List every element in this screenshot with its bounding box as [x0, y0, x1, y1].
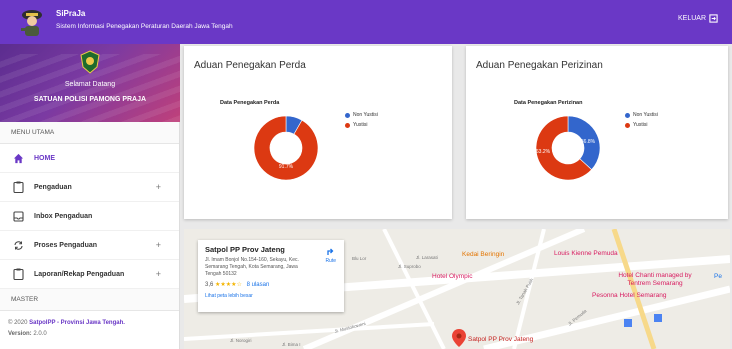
copyright: © 2020 SatpolPP - Provinsi Jawa Tengah. [8, 318, 125, 329]
nav-item-label: Inbox Pengaduan [34, 212, 93, 220]
place-address: Jl. Imam Bonjol No.154-160, Sekayu, Kec.… [205, 257, 299, 277]
poi-label[interactable]: Louis Kienne Pemuda [554, 250, 618, 257]
legend-item: Non Yustisi [625, 112, 658, 118]
poi-label[interactable]: Pe [714, 273, 722, 280]
expand-icon[interactable]: + [156, 269, 161, 279]
sync-icon [12, 239, 24, 251]
nav-item-label: HOME [34, 154, 55, 162]
legend-item: Yustisi [345, 122, 367, 128]
expand-icon[interactable]: + [156, 182, 161, 192]
sidebar: Selamat Datang SATUAN POLISI PAMONG PRAJ… [0, 44, 180, 349]
directions-icon [327, 248, 334, 255]
legend-label: Non Yustisi [633, 112, 658, 118]
version-value: 2.0.0 [33, 331, 47, 337]
section-master[interactable]: MASTER [0, 289, 179, 311]
home-icon [12, 152, 24, 164]
reviews-link[interactable]: 8 ulasan [247, 282, 270, 288]
clipboard-icon [12, 268, 24, 280]
chart-title: Data Penegakan Perizinan [514, 100, 583, 106]
nav-item-label: Laporan/Rekap Pengaduan [34, 270, 125, 278]
poi-label[interactable]: Kedai Beringin [462, 251, 504, 258]
expand-icon[interactable]: + [156, 240, 161, 250]
card-perda: Aduan Penegakan Perda Data Penegakan Per… [184, 46, 452, 219]
sidebar-banner: Selamat Datang SATUAN POLISI PAMONG PRAJ… [0, 44, 180, 122]
pie-slice-yustisi[interactable] [253, 115, 319, 181]
legend-item: Non Yustisi [345, 112, 378, 118]
poi-label[interactable]: Pesonna Hotel Semarang [592, 292, 666, 299]
legend-swatch [345, 122, 350, 128]
version: Version: 2.0.0 [8, 329, 125, 340]
section-main-menu: MENU UTAMA [0, 122, 179, 144]
clipboard-icon [12, 181, 24, 193]
nav-item-pengaduan[interactable]: Pengaduan + [0, 173, 179, 202]
inbox-icon [12, 210, 24, 222]
legend-label: Yustisi [633, 122, 648, 128]
version-label: Version: [8, 331, 32, 337]
nav-item-label: Proses Pengaduan [34, 241, 98, 249]
card-title: Aduan Penegakan Perizinan [476, 60, 603, 71]
nav-item-home[interactable]: HOME [0, 144, 179, 173]
legend-item: Yustisi [625, 122, 647, 128]
poi-label[interactable]: Hotel Chanti managed by Tentrem Semarang [610, 272, 700, 288]
card-title: Aduan Penegakan Perda [194, 60, 306, 71]
legend-label: Non Yustisi [353, 112, 378, 118]
directions-label: Rute [325, 258, 336, 264]
place-rating: 3,6 ★★★★☆ 8 ulasan [205, 281, 337, 288]
slice-label: 36.8% [581, 139, 596, 145]
legend-swatch [625, 122, 630, 128]
card-perizinan: Aduan Penegakan Perizinan Data Penegakan… [466, 46, 728, 219]
legend-swatch [345, 112, 350, 118]
nav-item-inbox-pengaduan[interactable]: Inbox Pengaduan [0, 202, 179, 231]
nav-item-label: Pengaduan [34, 183, 72, 191]
nav-item-proses-pengaduan[interactable]: Proses Pengaduan + [0, 231, 179, 260]
slice-label: 63.2% [536, 149, 551, 155]
directions-button[interactable]: Rute [325, 246, 336, 264]
chart-title: Data Penegakan Perda [220, 100, 280, 106]
logout-icon [709, 14, 718, 23]
legend-swatch [625, 112, 630, 118]
map-pin-icon[interactable] [452, 329, 466, 347]
nav-item-laporan-rekap[interactable]: Laporan/Rekap Pengaduan + [0, 260, 179, 289]
place-name: Satpol PP Prov Jateng [205, 245, 285, 254]
rating-value: 3,6 [205, 282, 214, 288]
road-label: Jl. Bima I [282, 342, 301, 347]
map-embed[interactable]: Satpol PP Prov Jateng Jl. Imam Bonjol No… [184, 229, 730, 349]
slice-label: 91.7% [279, 164, 294, 170]
poi-label[interactable]: Hotel Olympic [432, 273, 472, 280]
sidebar-footer: © 2020 SatpolPP - Provinsi Jawa Tengah. … [8, 318, 125, 340]
copyright-prefix: © 2020 [8, 320, 30, 326]
bigger-map-link[interactable]: Lihat peta lebih besar [205, 293, 337, 299]
road-label: Jl. Norogiri [230, 338, 252, 343]
province-emblem-icon [80, 50, 100, 74]
unit-name: SATUAN POLISI PAMONG PRAJA [33, 96, 147, 103]
top-bar: SiPraJa Sistem Informasi Penegakan Perat… [0, 0, 732, 44]
road-label: Jl. Suprobo [398, 264, 421, 269]
rating-stars: ★★★★☆ [215, 282, 242, 288]
welcome-text: Selamat Datang [64, 81, 116, 88]
logout-label: KELUAR [677, 15, 706, 22]
copyright-brand[interactable]: SatpolPP - Provinsi Jawa Tengah. [29, 320, 125, 326]
perizinan-donut-chart: 36.8% 63.2% [535, 115, 601, 181]
road-label: Jl. Larasati [416, 255, 438, 260]
road-label: Blu Lor [352, 256, 367, 261]
place-info-card: Satpol PP Prov Jateng Jl. Imam Bonjol No… [198, 240, 344, 312]
app-logo [21, 10, 42, 36]
perda-donut-chart: 91.7% [253, 115, 319, 181]
app-name: SiPraJa [56, 9, 86, 18]
app-subtitle: Sistem Informasi Penegakan Peraturan Dae… [56, 23, 233, 30]
marker-label[interactable]: Satpol PP Prov Jateng [468, 336, 533, 343]
legend-label: Yustisi [353, 122, 368, 128]
logout-button[interactable]: KELUAR [678, 14, 718, 23]
